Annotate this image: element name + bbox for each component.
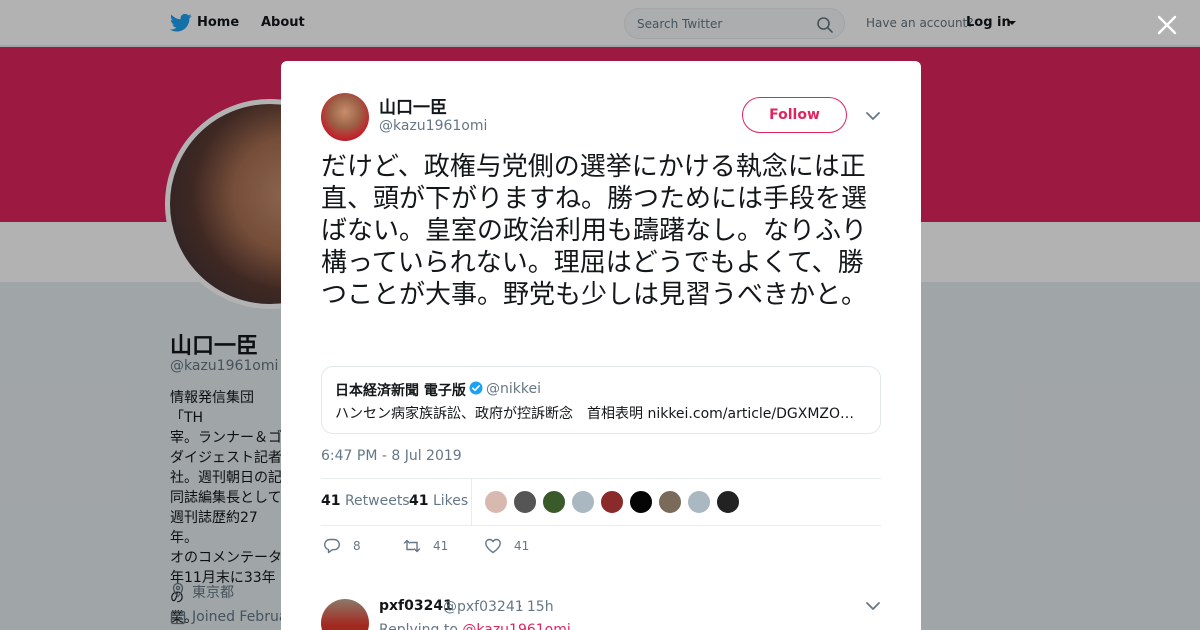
heart-icon[interactable] [484,537,502,555]
quoted-author-handle: @nikkei [486,381,541,397]
divider [321,525,881,526]
divider [471,479,472,525]
retweets-label: Retweets [344,493,410,509]
retweet-icon[interactable] [403,537,421,555]
chevron-down-icon[interactable] [865,601,881,611]
quoted-author-name: 日本経済新聞 電子版 [335,383,466,399]
reply-time[interactable]: · 15h [518,599,554,615]
liker-avatar[interactable] [484,490,508,514]
replying-to: Replying to @kazu1961omi [379,622,571,630]
liker-avatar[interactable] [629,490,653,514]
liker-avatar[interactable] [600,490,624,514]
author-name[interactable]: 山口一臣 [379,93,447,118]
replying-to-handle[interactable]: @kazu1961omi [462,622,570,630]
follow-button[interactable]: Follow [742,97,847,133]
retweets-stat[interactable]: 41 Retweets [321,493,410,509]
likes-count: 41 [409,493,429,509]
tweet-timestamp[interactable]: 6:47 PM - 8 Jul 2019 [321,448,462,464]
close-icon[interactable] [1156,14,1178,36]
author-avatar[interactable] [321,93,369,141]
retweets-count: 41 [321,493,341,509]
chevron-down-icon[interactable] [865,111,881,121]
reply-count: 8 [353,539,361,553]
replying-to-label: Replying to [379,622,458,630]
liker-avatar[interactable] [571,490,595,514]
tweet-modal: 山口一臣 @kazu1961omi Follow だけど、政権与党側の選挙にかけ… [281,61,921,630]
liker-avatar[interactable] [658,490,682,514]
liker-avatar[interactable] [687,490,711,514]
reply-avatar[interactable] [321,599,369,630]
divider [321,478,881,479]
quoted-text: ハンセン病家族訴訟、政府が控訴断念 首相表明 nikkei.com/articl… [335,406,855,422]
reply-icon[interactable] [323,537,341,555]
reply-author-handle[interactable]: @pxf03241 [443,599,524,615]
liker-avatar[interactable] [716,490,740,514]
reply-author-name[interactable]: pxf03241 [379,598,453,614]
author-handle[interactable]: @kazu1961omi [379,118,487,134]
quoted-tweet[interactable]: 日本経済新聞 電子版 @nikkei ハンセン病家族訴訟、政府が控訴断念 首相表… [321,366,881,434]
liker-avatar[interactable] [513,490,537,514]
tweet-text: だけど、政権与党側の選挙にかける執念には正直、頭が下がりますね。勝つためには手段… [321,152,868,310]
liker-avatar[interactable] [542,490,566,514]
retweet-count: 41 [433,539,449,553]
likes-stat[interactable]: 41 Likes [409,493,468,509]
likes-label: Likes [432,493,469,509]
verified-badge-icon [469,381,483,395]
like-count: 41 [514,539,530,553]
